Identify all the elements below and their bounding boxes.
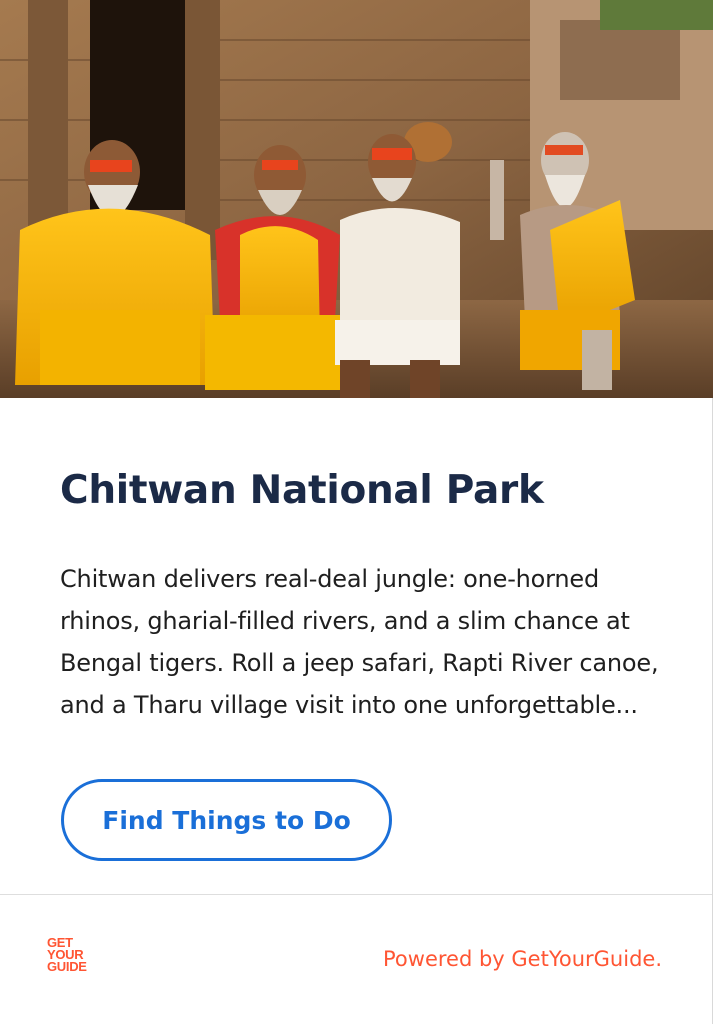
getyourguide-logo[interactable]: GET YOUR GUIDE [47, 936, 99, 974]
powered-by-link[interactable]: Powered by GetYourGuide. [383, 947, 662, 971]
hero-photo-illustration [0, 0, 713, 398]
hero-image [0, 0, 713, 398]
destination-description: Chitwan delivers real-deal jungle: one-h… [60, 565, 659, 719]
destination-title: Chitwan National Park [60, 468, 544, 513]
find-things-to-do-button[interactable]: Find Things to Do [61, 779, 392, 861]
destination-card: Chitwan National Park Chitwan delivers r… [0, 0, 713, 1024]
card-content: Chitwan National Park Chitwan delivers r… [0, 398, 712, 894]
logo-line-guide: GUIDE [47, 959, 87, 974]
powered-by-text: Powered by GetYourGuide. [383, 947, 662, 971]
card-footer: GET YOUR GUIDE Powered by GetYourGuide. [0, 894, 712, 1024]
